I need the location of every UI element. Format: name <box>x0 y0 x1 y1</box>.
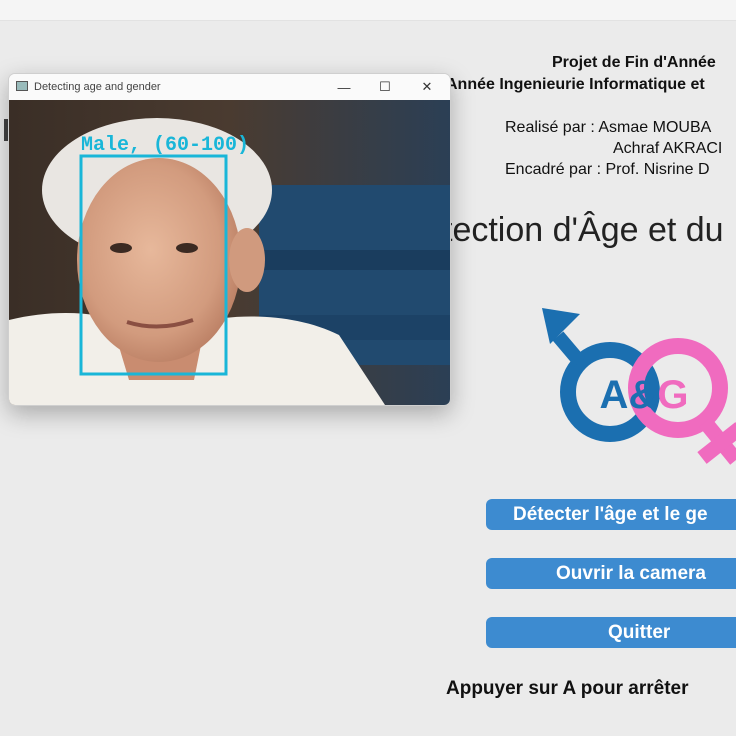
detect-age-gender-button[interactable]: Détecter l'âge et le ge <box>486 499 736 530</box>
encadre-par: Encadré par : Prof. Nisrine D <box>505 161 710 178</box>
detection-window[interactable]: Detecting age and gender — ☐ ✕ Male, (60… <box>8 73 451 406</box>
main-title: tection d'Âge et du <box>443 211 724 249</box>
minimize-button[interactable]: — <box>324 76 364 98</box>
year-line: Année Ingenieurie Informatique et <box>446 76 705 93</box>
face-detection-label: Male, (60-100) <box>81 134 249 157</box>
age-gender-logo: A&G <box>542 308 736 465</box>
stop-hint: Appuyer sur A pour arrêter <box>446 678 689 699</box>
maximize-button[interactable]: ☐ <box>365 76 405 98</box>
project-title: Projet de Fin d'Année <box>552 54 716 71</box>
detection-window-titlebar[interactable]: Detecting age and gender — ☐ ✕ <box>9 74 450 100</box>
realise-par: Realisé par : Asmae MOUBA <box>505 119 712 136</box>
detection-window-title: Detecting age and gender <box>34 81 161 93</box>
person-ear <box>229 228 265 292</box>
camera-frame: Male, (60-100) <box>9 100 450 405</box>
close-button[interactable]: ✕ <box>407 76 447 98</box>
logo-text: A&G <box>600 373 689 417</box>
photo-background-stripe <box>259 250 450 270</box>
quit-button[interactable]: Quitter <box>486 617 736 648</box>
open-camera-button[interactable]: Ouvrir la camera <box>486 558 736 589</box>
author-second: Achraf AKRACI <box>613 140 723 157</box>
app-icon <box>16 81 28 91</box>
person-eye <box>176 243 198 253</box>
person-face <box>77 158 241 362</box>
person-eye <box>110 243 132 253</box>
top-strip <box>0 0 736 21</box>
